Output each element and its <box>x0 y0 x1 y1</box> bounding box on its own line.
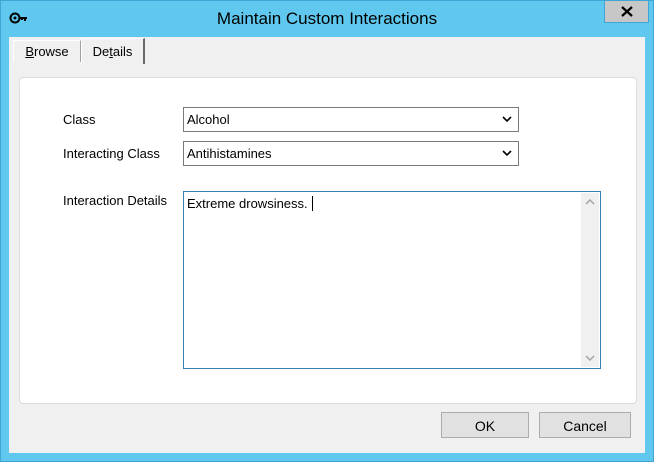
window-title: Maintain Custom Interactions <box>216 9 438 28</box>
interaction-details-label: Interaction Details <box>63 193 168 208</box>
interacting-class-selected-value: Antihistamines <box>187 146 272 161</box>
details-panel: Class Alcohol Interacting Class Antihist… <box>19 77 637 404</box>
tab-browse[interactable]: Browse <box>13 40 81 62</box>
vertical-scrollbar[interactable] <box>581 193 599 367</box>
interaction-details-textarea[interactable]: Extreme drowsiness. <box>183 191 601 369</box>
dialog-window: Maintain Custom Interactions Browse Deta… <box>0 0 654 462</box>
class-selected-value: Alcohol <box>187 112 230 127</box>
interacting-class-label: Interacting Class <box>63 146 160 161</box>
cancel-button[interactable]: Cancel <box>539 412 631 438</box>
text-caret <box>311 196 313 211</box>
scroll-down-icon[interactable] <box>581 349 599 367</box>
close-button[interactable] <box>604 1 649 23</box>
title-bar[interactable]: Maintain Custom Interactions <box>1 1 653 37</box>
tab-strip: Browse Details <box>9 37 645 65</box>
dialog-client-area: Browse Details Class Alcohol Interacting… <box>9 37 645 453</box>
close-icon <box>621 6 633 17</box>
chevron-down-icon[interactable] <box>502 150 512 157</box>
class-label: Class <box>63 112 96 127</box>
scroll-up-icon[interactable] <box>581 193 599 211</box>
tab-details[interactable]: Details <box>81 38 145 64</box>
interacting-class-combobox[interactable]: Antihistamines <box>183 141 519 166</box>
chevron-down-icon[interactable] <box>502 116 512 123</box>
ok-button[interactable]: OK <box>441 412 529 438</box>
interaction-details-text: Extreme drowsiness. <box>187 196 313 211</box>
class-combobox[interactable]: Alcohol <box>183 107 519 132</box>
